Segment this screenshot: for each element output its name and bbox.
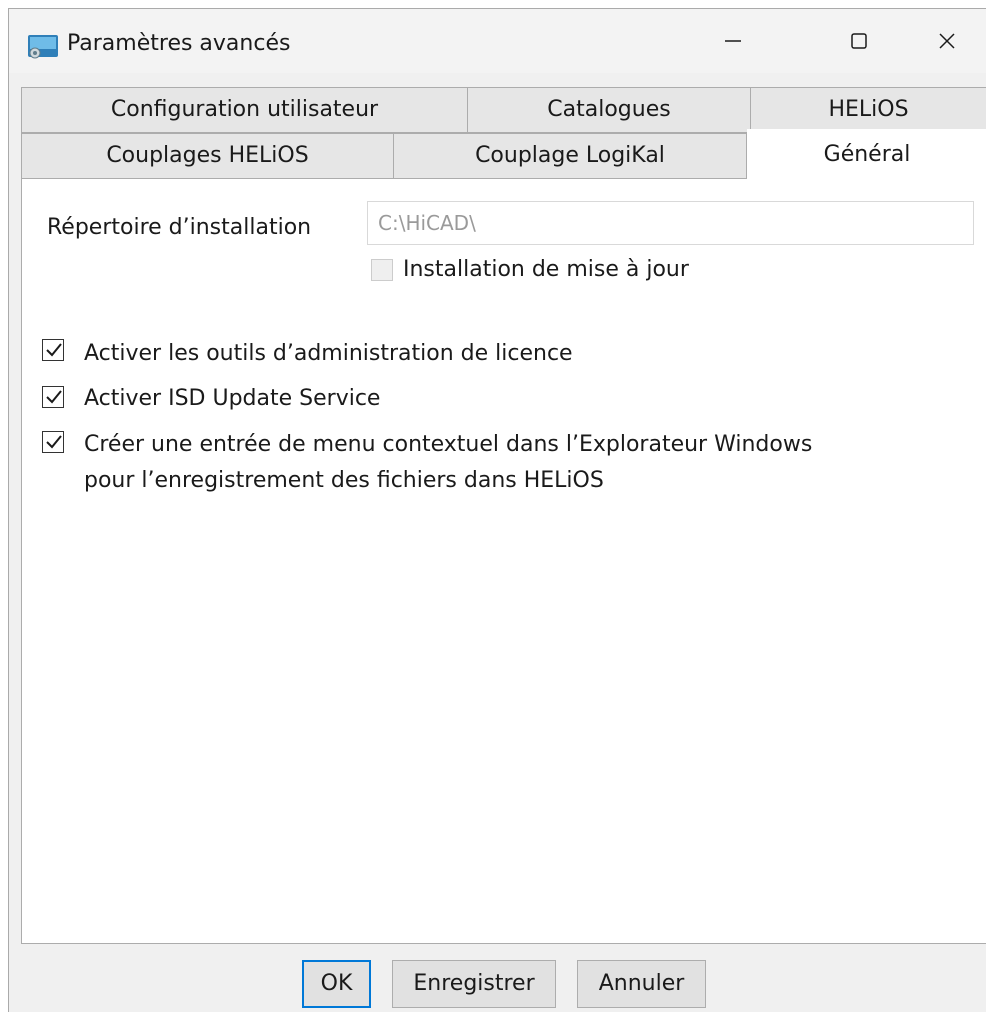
tab-label: Catalogues [547,97,671,122]
window-title: Paramètres avancés [67,31,291,56]
context-menu-checkbox[interactable] [42,431,64,453]
update-install-checkbox[interactable] [371,259,393,281]
cancel-button[interactable]: Annuler [577,960,706,1008]
save-button[interactable]: Enregistrer [392,960,556,1008]
close-button[interactable] [907,9,986,73]
tab-couplages-helios[interactable]: Couplages HELiOS [21,133,394,179]
checkmark-icon [46,435,62,449]
context-menu-label-line2: pour l’enregistrement des fichiers dans … [84,468,604,493]
license-admin-checkbox[interactable] [42,339,64,361]
close-icon [939,33,955,49]
tab-catalogues[interactable]: Catalogues [467,87,751,133]
checkmark-icon [46,390,62,404]
checkmark-icon [46,343,62,357]
tab-helios[interactable]: HELiOS [750,87,986,133]
maximize-icon [851,33,867,49]
tab-label: HELiOS [828,97,909,122]
license-admin-label: Activer les outils d’administration de l… [84,341,573,366]
install-dir-label: Répertoire d’installation [47,215,312,240]
tab-label: Couplage LogiKal [475,143,665,168]
tab-general[interactable]: Général [747,129,986,180]
isd-update-service-checkbox[interactable] [42,386,64,408]
tab-panel-general [21,178,986,944]
dialog-window: Paramètres avancés Configuration utilisa… [8,8,986,1012]
maximize-button[interactable] [819,9,899,73]
title-bar[interactable]: Paramètres avancés [9,9,986,73]
tab-couplage-logikal[interactable]: Couplage LogiKal [393,133,747,179]
minimize-button[interactable] [693,9,773,73]
tab-label: Couplages HELiOS [106,143,309,168]
tab-label: Configuration utilisateur [110,97,379,122]
app-icon [28,35,58,59]
ok-button[interactable]: OK [302,960,371,1008]
install-dir-field[interactable]: C:\HiCAD\ [367,201,974,245]
tab-label: Général [823,142,911,167]
isd-update-service-label: Activer ISD Update Service [84,386,381,411]
tab-configuration-utilisateur[interactable]: Configuration utilisateur [21,87,468,133]
update-install-label: Installation de mise à jour [403,257,689,282]
context-menu-label-line1: Créer une entrée de menu contextuel dans… [84,432,813,457]
minimize-icon [725,40,741,42]
